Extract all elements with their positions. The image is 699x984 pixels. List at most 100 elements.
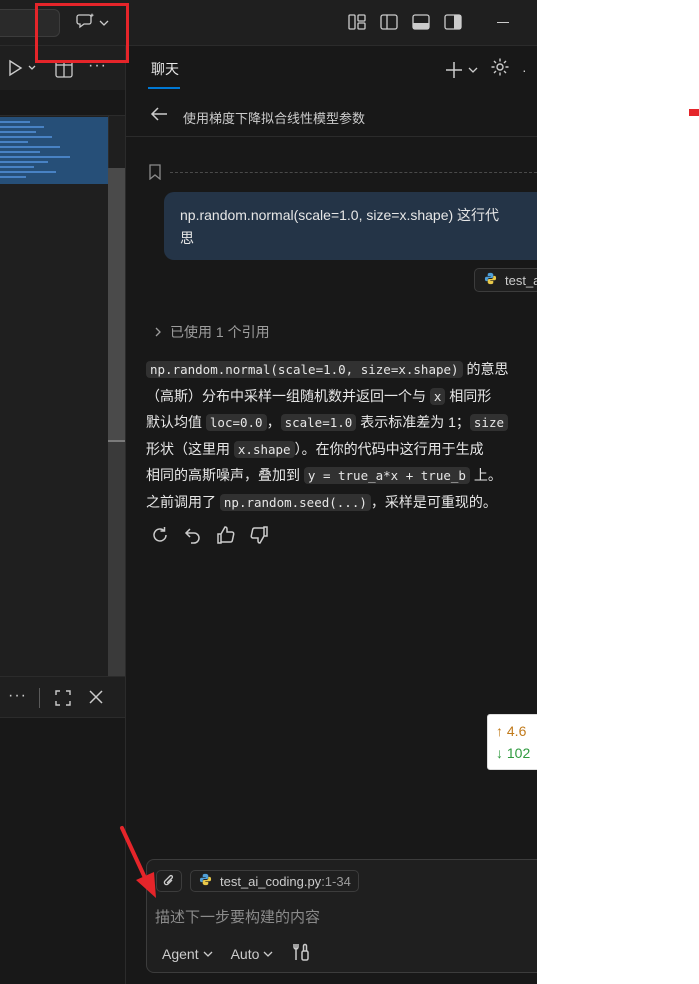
minimap-line xyxy=(0,136,52,138)
thumbs-up-icon[interactable] xyxy=(216,525,236,545)
user-message-text: np.random.normal(scale=1.0, size=x.shape… xyxy=(180,207,500,223)
user-message-text-cont: 思 xyxy=(180,230,194,246)
panel-toolbar: ··· xyxy=(0,676,126,718)
response-text: 表示标准差为 1； xyxy=(356,414,470,430)
chat-header: 聊天 · xyxy=(126,46,537,90)
change-summary-badge[interactable]: ↑ 4.6 ↓ 102 xyxy=(487,714,537,770)
response-text: （高斯）分布中采样一组随机数并返回一个与 xyxy=(146,387,430,404)
chevron-down-icon xyxy=(263,951,273,957)
inline-code: scale=1.0 xyxy=(280,414,357,431)
context-file-range: :1-34 xyxy=(321,873,351,889)
breadcrumbs-strip xyxy=(0,90,126,116)
user-message-bubble: np.random.normal(scale=1.0, size=x.shape… xyxy=(164,192,537,260)
divider xyxy=(39,688,40,708)
inline-code: loc=0.0 xyxy=(205,414,267,431)
new-chat-button[interactable] xyxy=(444,60,478,80)
more-actions-icon[interactable]: · xyxy=(522,62,527,78)
inline-code: y = true_a*x + true_b xyxy=(303,467,470,484)
chat-input-box[interactable]: test_ai_coding.py:1-34 描述下一步要构建的内容 Agent… xyxy=(146,859,537,973)
response-text: 相同形 xyxy=(445,387,492,404)
chat-session-header: 使用梯度下降拟合线性模型参数 xyxy=(126,93,537,137)
layout-controls xyxy=(347,12,463,32)
response-text: ， xyxy=(266,414,281,430)
minimap-line xyxy=(0,146,60,148)
response-text: 默认均值 xyxy=(146,414,206,430)
blank-desktop-area xyxy=(537,0,699,984)
editor-scrollbar-lower xyxy=(108,440,126,676)
response-text: 形状（这里用 xyxy=(146,440,234,457)
response-text: ，采样是可重现的。 xyxy=(370,493,497,510)
response-text: 的意思 xyxy=(462,361,509,377)
response-line: （高斯）分布中采样一组随机数并返回一个与 x 相同形 xyxy=(146,383,537,410)
chat-input-footer: Agent Auto xyxy=(162,942,311,965)
model-dropdown[interactable]: Auto xyxy=(231,946,274,962)
close-icon[interactable] xyxy=(87,688,105,711)
minimap-line xyxy=(0,166,34,168)
checkpoint-divider xyxy=(170,172,537,173)
toggle-primary-sidebar-icon[interactable] xyxy=(379,12,399,32)
mode-label: Agent xyxy=(162,945,199,962)
chevron-down-icon xyxy=(468,67,478,73)
model-label: Auto xyxy=(230,945,260,962)
response-text: 之前调用了 xyxy=(146,493,220,510)
minimize-button[interactable] xyxy=(497,22,509,23)
retry-icon[interactable] xyxy=(150,525,170,545)
chat-panel: 聊天 · 使用梯度下降拟合线性模型参数 np.random.normal(sca… xyxy=(126,46,537,984)
thumbs-down-icon[interactable] xyxy=(249,525,269,545)
python-icon xyxy=(484,272,497,288)
terminal-panel xyxy=(0,718,126,984)
chat-session-title: 使用梯度下降拟合线性模型参数 xyxy=(183,111,366,126)
toggle-panel-icon[interactable] xyxy=(411,12,431,32)
more-actions-icon[interactable]: ··· xyxy=(8,687,27,705)
bookmark-icon[interactable] xyxy=(148,164,162,185)
maximize-panel-icon[interactable] xyxy=(53,688,73,713)
chevron-right-icon xyxy=(155,327,161,337)
inline-code: np.random.normal(scale=1.0, size=x.shape… xyxy=(146,361,463,378)
tools-icon[interactable] xyxy=(291,942,311,965)
context-file-chip[interactable]: test_ai_coding.py:1-34 xyxy=(190,870,359,892)
assistant-response: np.random.normal(scale=1.0, size=x.shape… xyxy=(146,356,537,515)
run-icon[interactable] xyxy=(8,59,38,82)
mode-dropdown[interactable]: Agent xyxy=(162,946,213,962)
python-icon xyxy=(199,873,212,889)
active-tab-indicator xyxy=(148,87,180,89)
inline-code: x xyxy=(429,387,446,405)
tab-chat[interactable]: 聊天 xyxy=(151,59,179,79)
response-line: 默认均值 loc=0.0， scale=1.0 表示标准差为 1； size xyxy=(146,409,537,436)
response-line: np.random.normal(scale=1.0, size=x.shape… xyxy=(146,356,537,383)
toggle-secondary-sidebar-icon[interactable] xyxy=(443,12,463,32)
response-line: 之前调用了 np.random.seed(...) ，采样是可重现的。 xyxy=(146,489,537,516)
references-toggle[interactable]: 已使用 1 个引用 xyxy=(154,322,270,342)
chat-header-actions: · xyxy=(444,57,527,82)
lines-removed: ↓ 102 xyxy=(496,745,531,761)
response-line: 相同的高斯噪声，叠加到 y = true_a*x + true_b 上。 xyxy=(146,462,537,489)
chevron-down-icon xyxy=(203,951,213,957)
response-actions xyxy=(150,525,269,545)
minimap-line xyxy=(0,176,26,178)
response-line: 形状（这里用 x.shape ）。在你的代码中这行用于生成 xyxy=(146,436,537,463)
minimap-line xyxy=(0,126,44,128)
minimap-line xyxy=(0,161,48,163)
annotation-red-mark xyxy=(689,109,699,116)
attached-file-name: test_a xyxy=(505,272,537,288)
minimap-line xyxy=(0,141,28,143)
lines-added: ↑ 4.6 xyxy=(496,723,527,739)
minimap-line xyxy=(0,131,36,133)
minimap-line xyxy=(0,151,40,153)
gear-icon[interactable] xyxy=(490,57,510,82)
attached-file-chip[interactable]: test_a xyxy=(474,268,537,292)
minimap-line xyxy=(0,156,70,158)
minimap-line xyxy=(0,171,56,173)
undo-icon[interactable] xyxy=(183,525,203,545)
back-arrow-icon[interactable] xyxy=(150,106,168,127)
response-text: 相同的高斯噪声，叠加到 xyxy=(146,467,304,483)
annotation-highlight-box xyxy=(35,3,129,63)
editor-scrollbar-thumb[interactable] xyxy=(108,168,126,440)
scrollbar-marker xyxy=(108,440,126,442)
inline-code: size xyxy=(469,414,508,431)
inline-code: x.shape xyxy=(233,440,295,458)
context-file-name: test_ai_coding.py xyxy=(220,873,322,889)
minimap-line xyxy=(0,121,30,123)
customize-layout-icon[interactable] xyxy=(347,12,367,32)
chat-input-placeholder[interactable]: 描述下一步要构建的内容 xyxy=(155,906,320,927)
